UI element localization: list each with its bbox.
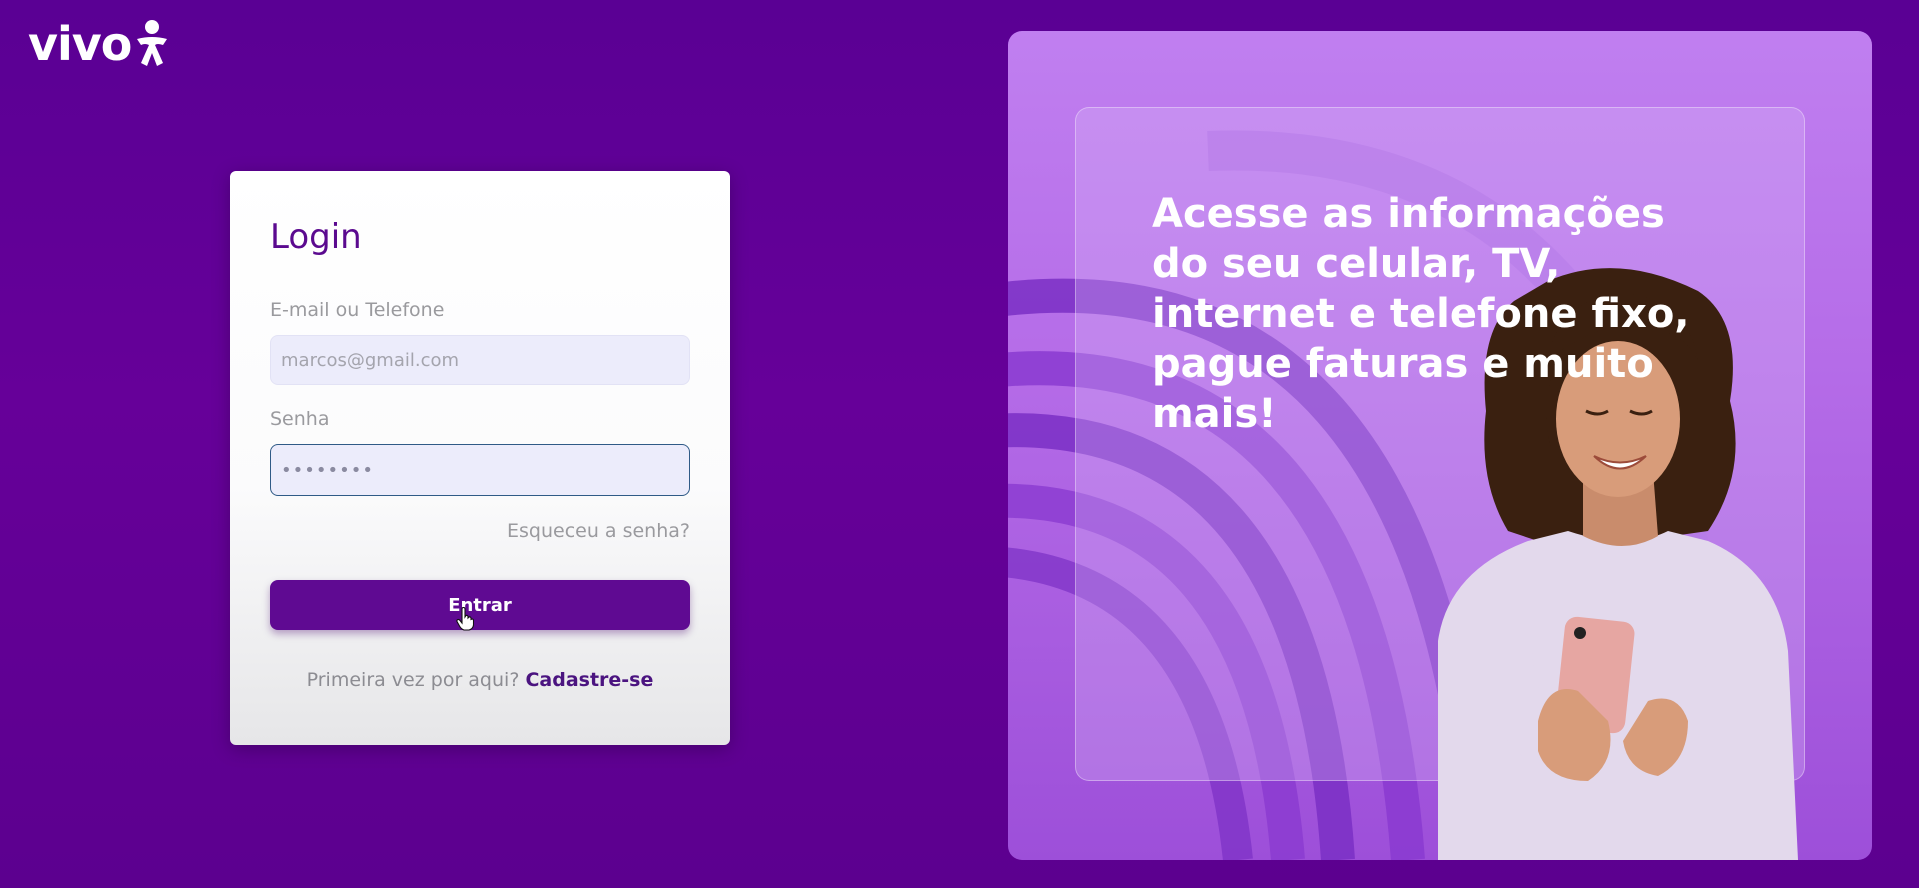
email-label: E-mail ou Telefone — [270, 299, 445, 321]
forgot-password-link[interactable]: Esqueceu a senha? — [507, 520, 690, 542]
vivo-logo: vivo — [28, 18, 171, 70]
vivo-person-icon — [137, 20, 168, 66]
logo-text: vivo — [28, 17, 132, 71]
login-button[interactable]: Entrar — [270, 580, 690, 630]
password-field[interactable] — [270, 444, 690, 496]
hand-cursor-icon — [456, 607, 474, 631]
woman-with-phone-image — [1438, 268, 1798, 860]
login-title: Login — [270, 217, 362, 257]
signup-prompt: Primeira vez por aqui? — [306, 669, 520, 691]
password-label: Senha — [270, 408, 330, 430]
email-field[interactable] — [270, 335, 690, 385]
login-card: Login E-mail ou Telefone Senha Esqueceu … — [230, 171, 730, 745]
signup-link[interactable]: Cadastre-se — [525, 669, 653, 691]
promo-panel: Acesse as informações do seu celular, TV… — [1008, 31, 1872, 860]
signup-row: Primeira vez por aqui? Cadastre-se — [230, 669, 730, 691]
promo-headline: Acesse as informações do seu celular, TV… — [1152, 191, 1690, 437]
